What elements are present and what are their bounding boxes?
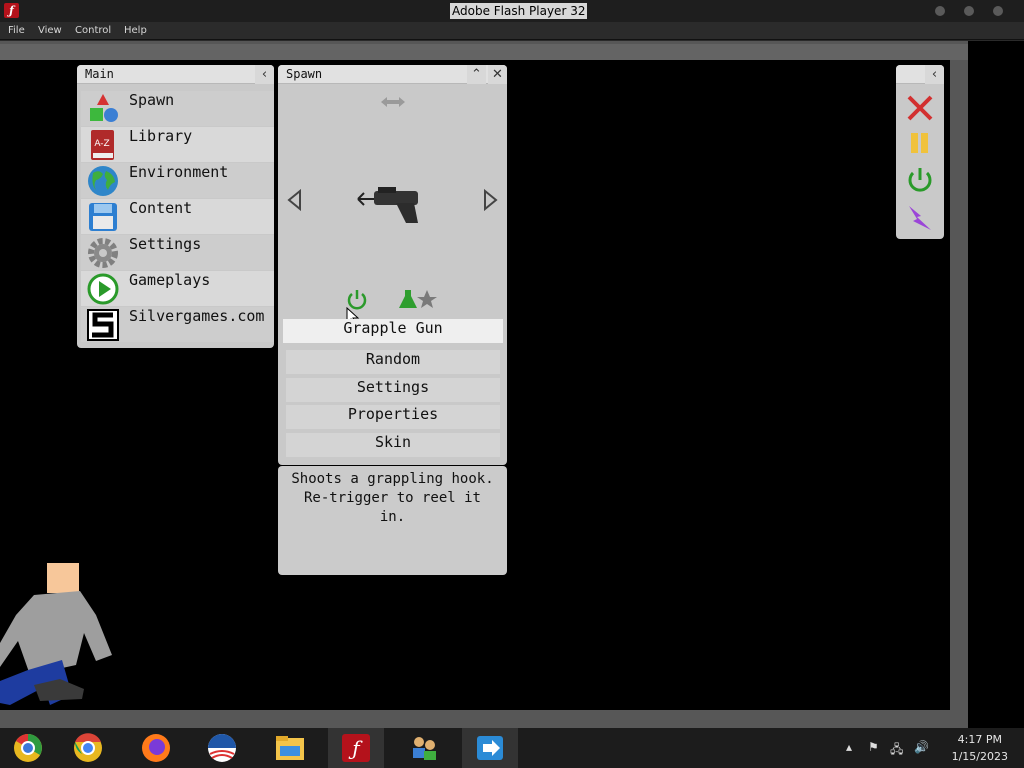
main-panel-title: Main — [85, 67, 114, 81]
menu-control[interactable]: Control — [75, 25, 111, 36]
taskbar-app[interactable] — [194, 728, 250, 768]
play-icon — [87, 273, 119, 305]
main-item-silvergames[interactable]: Silvergames.com — [81, 307, 274, 342]
taskbar-app[interactable] — [128, 728, 184, 768]
minimize-button[interactable] — [935, 6, 945, 16]
globe-icon — [88, 166, 118, 196]
obama-logo-icon — [208, 734, 236, 762]
main-item-content[interactable]: Content — [81, 199, 274, 234]
close-button[interactable] — [993, 6, 1003, 16]
chevron-left-icon[interactable]: ‹ — [255, 65, 274, 84]
silvergames-logo-icon — [87, 309, 119, 341]
flash-player-icon: ƒ — [342, 734, 370, 762]
remote-desktop-icon — [477, 736, 503, 760]
main-item-label: Environment — [129, 163, 229, 181]
main-item-settings[interactable]: Settings — [81, 235, 274, 270]
shapes-icon — [90, 94, 118, 122]
network-icon[interactable]: 🖧 — [890, 740, 903, 761]
flash-icon: ƒ — [4, 3, 19, 18]
pause-icon[interactable] — [905, 129, 935, 159]
taskbar-app[interactable] — [262, 728, 318, 768]
main-item-gameplays[interactable]: Gameplays — [81, 271, 274, 306]
clock-time: 4:17 PM — [957, 733, 1002, 746]
tools-panel-header: ‹ — [896, 65, 944, 84]
grapple-gun-preview — [357, 187, 418, 223]
stage-right-band — [968, 41, 1024, 728]
menu-view[interactable]: View — [38, 25, 62, 36]
volume-icon[interactable]: 🔊 — [914, 740, 929, 754]
settings-button[interactable]: Settings — [286, 378, 500, 402]
clock-date: 1/15/2023 — [951, 750, 1008, 763]
reset-power-icon[interactable] — [905, 166, 935, 196]
chrome-legacy-icon — [14, 734, 42, 762]
taskbar-app[interactable] — [60, 728, 116, 768]
tools-panel: ‹ — [896, 65, 944, 239]
firefox-icon — [142, 734, 170, 762]
random-button[interactable]: Random — [286, 350, 500, 374]
main-item-library[interactable]: A-Z Library — [81, 127, 274, 162]
book-icon: A-Z — [91, 130, 114, 160]
main-panel-header: Main ‹ — [77, 65, 274, 84]
chrome-icon — [74, 733, 102, 762]
flag-icon[interactable]: ⚑ — [868, 740, 879, 754]
main-item-spawn[interactable]: Spawn — [81, 91, 274, 126]
menu-bar: File View Control Help — [0, 22, 1024, 40]
spawn-panel-header: Spawn ⌃ ✕ — [278, 65, 507, 84]
main-item-label: Gameplays — [129, 271, 211, 289]
chevron-left-icon[interactable]: ‹ — [925, 65, 944, 84]
maximize-button[interactable] — [964, 6, 974, 16]
title-bar: ƒ Adobe Flash Player 32 — [0, 0, 1024, 22]
menu-help[interactable]: Help — [124, 25, 147, 36]
taskbar-app[interactable] — [462, 728, 518, 768]
menu-file[interactable]: File — [8, 25, 25, 36]
main-item-label: Library — [129, 127, 193, 145]
prev-arrow-icon[interactable] — [286, 189, 304, 211]
main-panel: Main ‹ Spawn A-Z Library Environment Con… — [77, 65, 274, 348]
stage-top-strip — [0, 44, 1024, 60]
close-icon[interactable]: ✕ — [488, 65, 507, 84]
floppy-disk-icon — [89, 203, 117, 231]
item-description: Shoots a grappling hook. Re-trigger to r… — [278, 466, 507, 575]
spawn-panel: Spawn ⌃ ✕ Grapple Gun Random Settings Pr… — [278, 65, 507, 465]
selected-item-label: Grapple Gun — [283, 319, 503, 343]
taskbar-app[interactable] — [0, 728, 56, 768]
properties-button[interactable]: Properties — [286, 405, 500, 429]
svg-text:A-Z: A-Z — [94, 139, 109, 149]
next-arrow-icon[interactable] — [481, 189, 499, 211]
main-item-label: Spawn — [129, 91, 175, 109]
lightning-icon[interactable] — [905, 203, 935, 233]
main-item-label: Content — [129, 199, 193, 217]
taskbar: ƒ ▴ ⚑ 🖧 🔊 4:17 PM 1/15/2023 — [0, 728, 1024, 768]
game-stage[interactable]: Main ‹ Spawn A-Z Library Environment Con… — [0, 60, 950, 710]
close-x-icon[interactable] — [905, 93, 935, 123]
ragdoll-character[interactable] — [0, 555, 140, 715]
spawn-panel-title: Spawn — [286, 67, 323, 81]
main-item-label: Settings — [129, 235, 202, 253]
taskbar-app[interactable] — [396, 728, 452, 768]
skin-button[interactable]: Skin — [286, 433, 500, 457]
main-item-environment[interactable]: Environment — [81, 163, 274, 198]
window-title: Adobe Flash Player 32 — [450, 3, 588, 19]
gear-icon — [88, 238, 118, 268]
tray-chevron-up-icon[interactable]: ▴ — [846, 740, 852, 754]
flask-star-icon[interactable] — [399, 288, 439, 310]
resize-horizontal-icon[interactable] — [379, 95, 407, 109]
taskbar-app[interactable]: ƒ — [328, 728, 384, 768]
file-explorer-icon — [276, 736, 304, 760]
main-item-label: Silvergames.com — [129, 307, 265, 325]
chevron-up-icon[interactable]: ⌃ — [467, 65, 486, 84]
system-clock[interactable]: 4:17 PM 1/15/2023 — [952, 731, 1008, 765]
network-people-icon — [413, 737, 436, 760]
